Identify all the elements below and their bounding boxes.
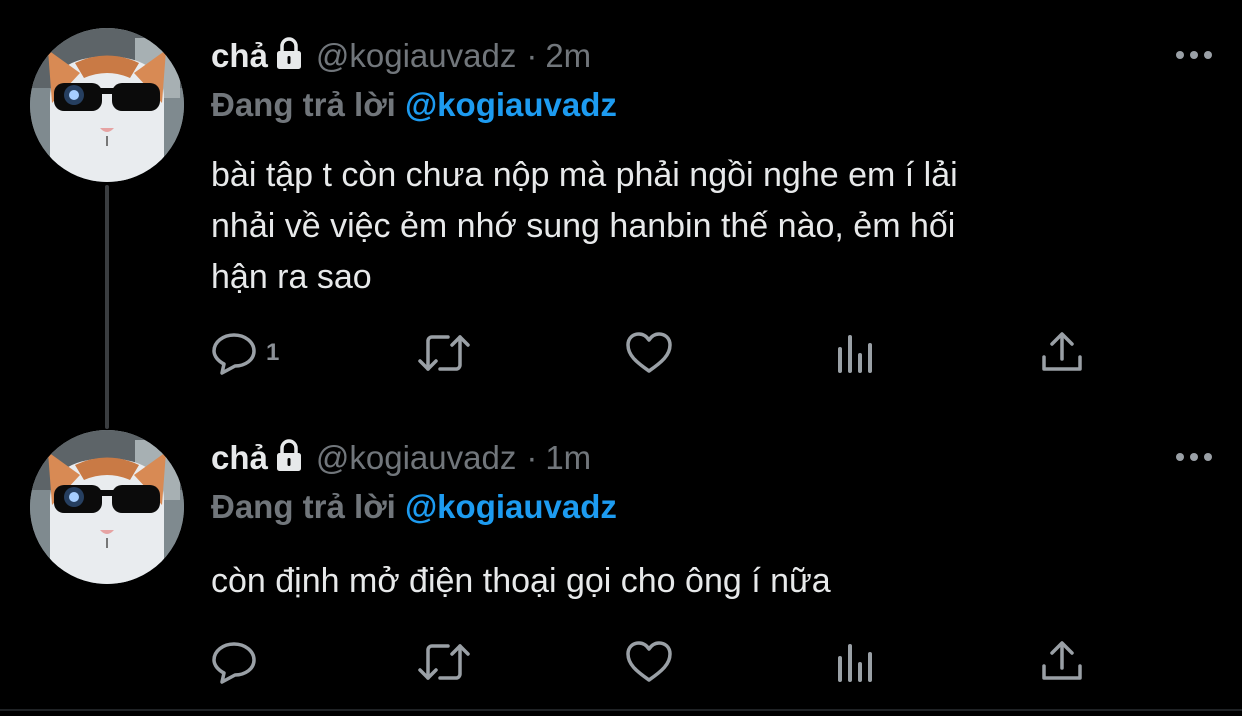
reply-icon — [210, 638, 258, 686]
share-icon — [1040, 638, 1084, 686]
tweet-text-line: còn định mở điện thoại gọi cho ông í nữa — [211, 562, 831, 600]
handle[interactable]: @kogiauvadz — [316, 439, 516, 477]
display-name[interactable]: chả — [211, 37, 268, 75]
views-icon — [834, 329, 878, 377]
replying-prefix: Đang trả lời — [211, 488, 405, 525]
retweet-button[interactable] — [416, 637, 472, 687]
action-bar: 1 — [210, 328, 1110, 378]
separator-dot: · — [526, 439, 538, 476]
tweet-header: chả @kogiauvadz · 1m — [211, 433, 591, 483]
more-icon[interactable] — [1172, 40, 1216, 70]
reply-button[interactable]: 1 — [210, 328, 279, 378]
tweet-text: bài tập t còn chưa nộp mà phải ngồi nghe… — [211, 150, 1191, 303]
handle[interactable]: @kogiauvadz — [316, 37, 516, 75]
replying-prefix: Đang trả lời — [211, 86, 405, 123]
tweet-header: chả @kogiauvadz · 2m — [211, 31, 591, 81]
like-icon — [624, 638, 674, 686]
separator-dot: · — [526, 37, 538, 74]
timestamp[interactable]: 1m — [545, 439, 591, 477]
reply-icon — [210, 329, 258, 377]
retweet-icon — [416, 329, 472, 377]
reply-button[interactable] — [210, 637, 266, 687]
replying-to: Đang trả lời @kogiauvadz — [211, 488, 617, 526]
replying-to: Đang trả lời @kogiauvadz — [211, 86, 617, 124]
views-button[interactable] — [834, 637, 878, 687]
share-icon — [1040, 329, 1084, 377]
tweet-text-line: nhải về việc ẻm nhớ sung hanbin thế nào,… — [211, 207, 956, 245]
timestamp[interactable]: 2m — [545, 37, 591, 75]
avatar[interactable] — [30, 28, 184, 182]
action-bar — [210, 637, 1110, 687]
lock-icon — [274, 438, 304, 478]
like-button[interactable] — [624, 637, 674, 687]
display-name[interactable]: chả — [211, 439, 268, 477]
tweet[interactable]: chả @kogiauvadz · 2m Đang trả lời @kogia… — [0, 0, 1242, 405]
share-button[interactable] — [1040, 328, 1084, 378]
share-button[interactable] — [1040, 637, 1084, 687]
views-button[interactable] — [834, 328, 878, 378]
lock-icon — [274, 36, 304, 76]
tweet[interactable]: chả @kogiauvadz · 1m Đang trả lời @kogia… — [0, 405, 1242, 716]
reply-count: 1 — [266, 339, 280, 366]
like-button[interactable] — [624, 328, 674, 378]
tweet-text: còn định mở điện thoại gọi cho ông í nữa — [211, 556, 1191, 607]
more-icon[interactable] — [1172, 442, 1216, 472]
avatar[interactable] — [30, 430, 184, 584]
retweet-button[interactable] — [416, 328, 472, 378]
tweet-text-line: hận ra sao — [211, 258, 372, 296]
like-icon — [624, 329, 674, 377]
views-icon — [834, 638, 878, 686]
bottom-divider — [0, 709, 1242, 711]
retweet-icon — [416, 638, 472, 686]
mention-link[interactable]: @kogiauvadz — [405, 86, 617, 123]
tweet-text-line: bài tập t còn chưa nộp mà phải ngồi nghe… — [211, 156, 958, 194]
mention-link[interactable]: @kogiauvadz — [405, 488, 617, 525]
